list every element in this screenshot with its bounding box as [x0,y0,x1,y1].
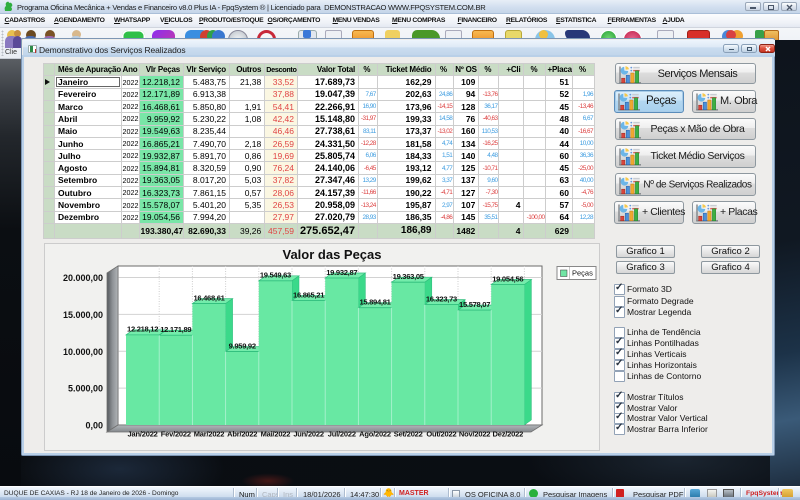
svg-text:15.000,00: 15.000,00 [63,310,103,320]
svg-text:16.865,21: 16.865,21 [293,290,325,299]
svg-text:Mar/2022: Mar/2022 [194,430,225,439]
svg-text:16.468,61: 16.468,61 [193,293,225,302]
svg-text:19.932,87: 19.932,87 [326,268,357,277]
svg-text:19.549,63: 19.549,63 [260,271,291,280]
svg-text:Nov/2022: Nov/2022 [459,430,490,439]
svg-text:19.054,56: 19.054,56 [492,274,523,283]
svg-text:Jan/2022: Jan/2022 [128,430,158,439]
svg-text:16.323,73: 16.323,73 [426,294,457,303]
svg-text:Fev/2022: Fev/2022 [161,430,191,439]
svg-text:Valor das Peças: Valor das Peças [282,247,381,262]
svg-text:10.000,00: 10.000,00 [63,347,103,357]
svg-text:15.894,81: 15.894,81 [359,298,391,307]
svg-text:Abr/2022: Abr/2022 [227,430,257,439]
svg-text:19.363,05: 19.363,05 [393,272,425,281]
svg-text:12.171,89: 12.171,89 [160,325,191,334]
svg-text:20.000,00: 20.000,00 [63,273,103,283]
svg-text:15.578,07: 15.578,07 [459,300,490,309]
svg-text:Out/2022: Out/2022 [426,430,456,439]
svg-text:9.959,92: 9.959,92 [229,341,256,350]
svg-text:Jul/2022: Jul/2022 [328,430,356,439]
svg-text:Set/2022: Set/2022 [394,430,423,439]
svg-text:Dez/2022: Dez/2022 [493,430,524,439]
svg-text:12.218,12: 12.218,12 [127,325,158,334]
svg-text:0,00: 0,00 [85,421,103,431]
svg-text:Mai/2022: Mai/2022 [261,430,291,439]
svg-text:5.000,00: 5.000,00 [68,384,103,394]
svg-text:Ago/2022: Ago/2022 [359,430,391,439]
svg-text:Peças: Peças [572,269,593,278]
svg-text:Jun/2022: Jun/2022 [293,430,324,439]
